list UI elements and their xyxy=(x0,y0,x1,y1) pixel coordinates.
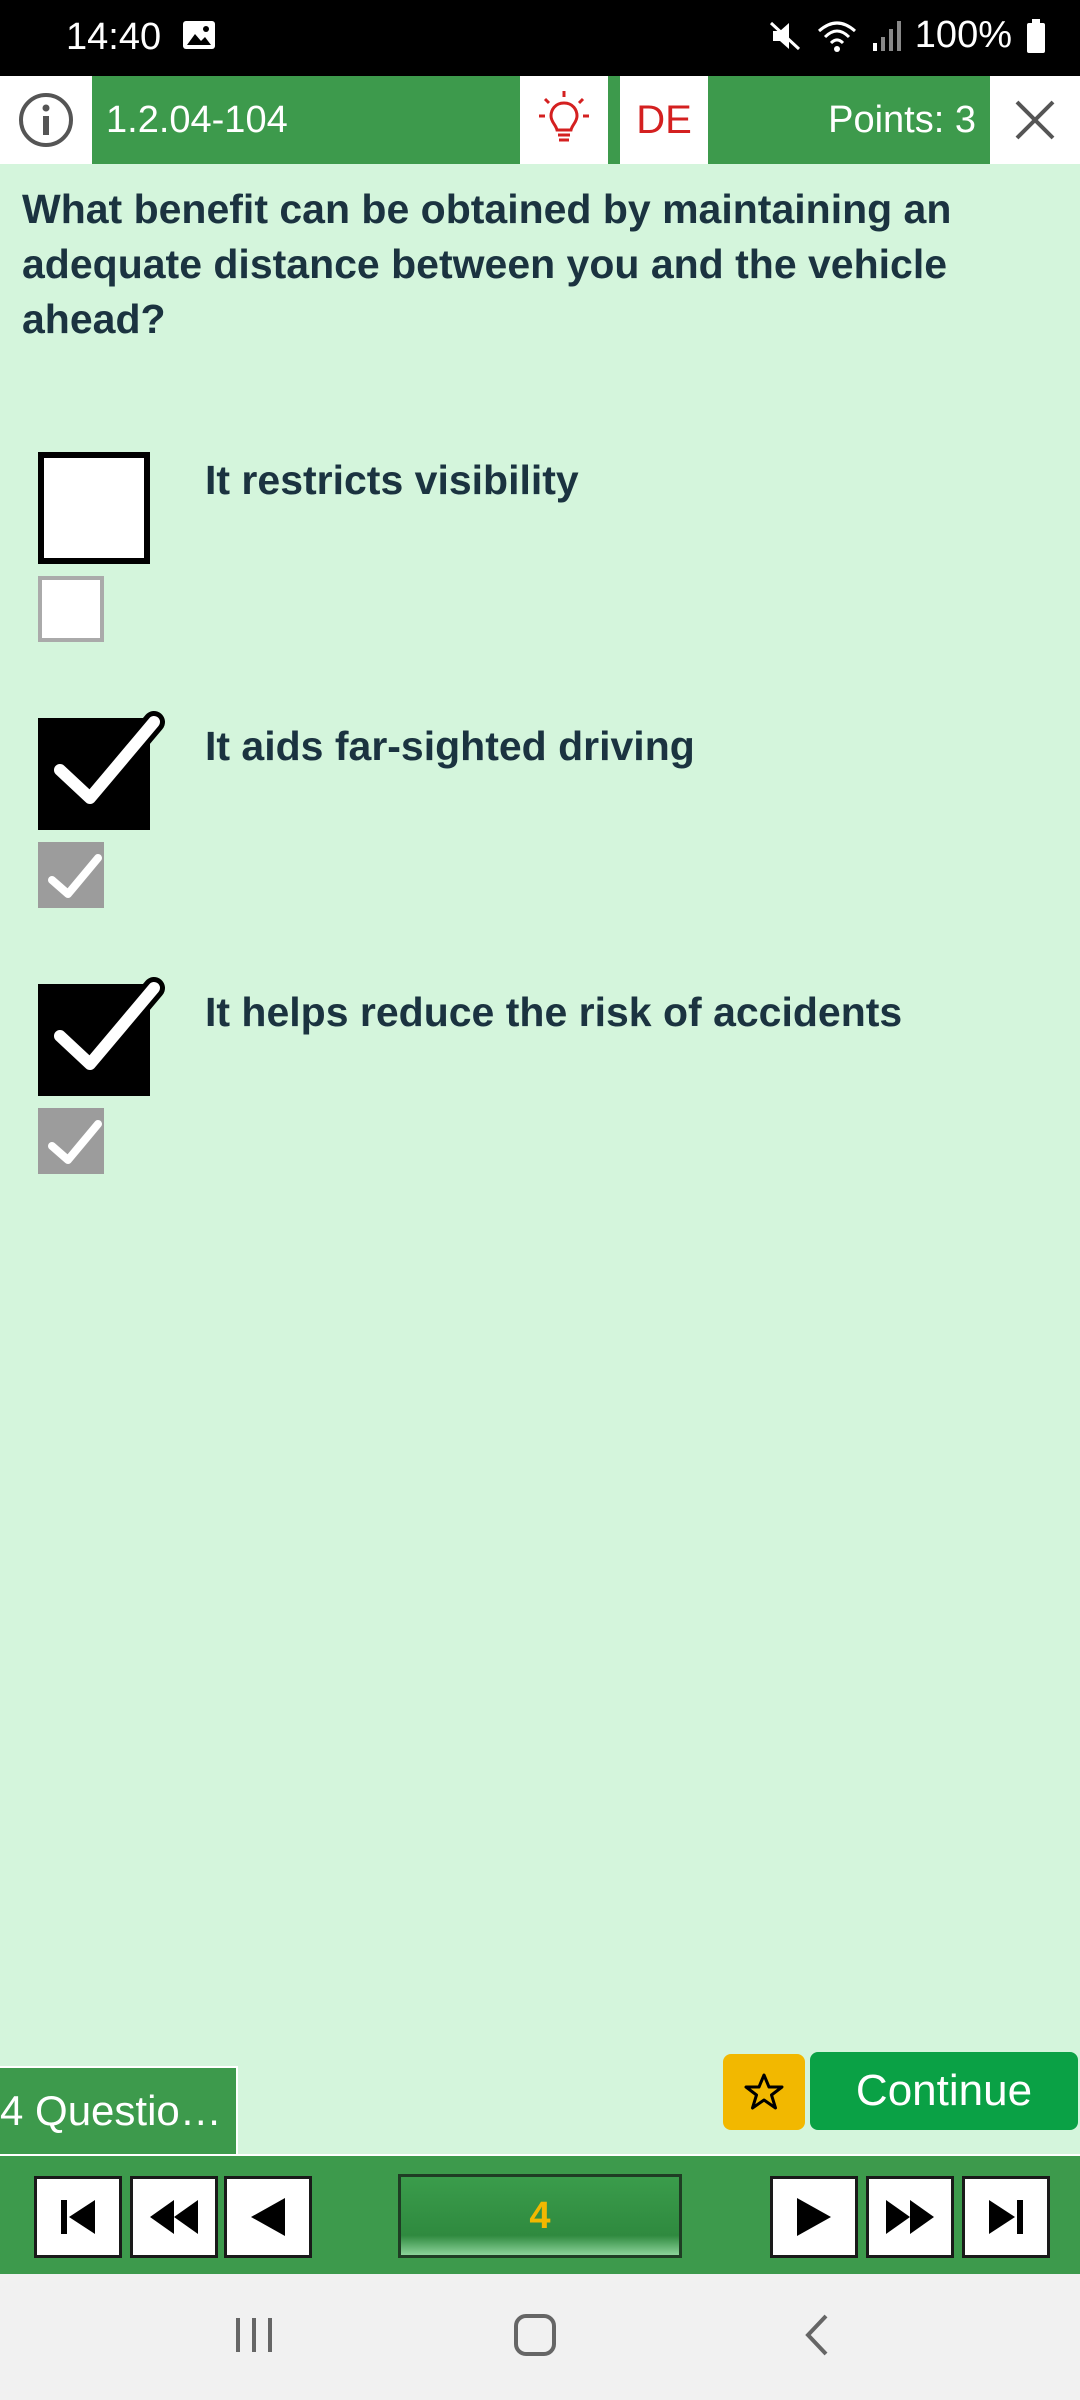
answer-label: It aids far-sighted driving xyxy=(205,723,695,769)
solution-checkbox xyxy=(38,576,104,642)
answer-checkbox[interactable] xyxy=(38,711,165,830)
last-question-button[interactable] xyxy=(962,2176,1050,2258)
answer-option[interactable]: It restricts visibility xyxy=(0,452,1080,652)
language-button[interactable]: DE xyxy=(620,76,708,164)
solution-checkbox xyxy=(38,1108,104,1174)
bookmark-button[interactable] xyxy=(723,2054,805,2130)
question-navigation: 4 xyxy=(0,2154,1080,2274)
checkmark-icon xyxy=(48,854,102,898)
answer-label: It restricts visibility xyxy=(205,457,579,503)
battery-percent: 100% xyxy=(914,14,1012,56)
hint-button[interactable] xyxy=(520,76,608,164)
recent-apps-icon[interactable] xyxy=(232,2310,276,2360)
home-icon[interactable] xyxy=(512,2310,558,2360)
previous-button[interactable] xyxy=(224,2176,312,2258)
questions-tab[interactable]: 4 Questio… xyxy=(0,2066,238,2156)
rewind-button[interactable] xyxy=(130,2176,218,2258)
skip-last-icon xyxy=(989,2200,1023,2234)
answer-option[interactable]: It helps reduce the risk of accidents xyxy=(0,977,1080,1184)
star-icon xyxy=(744,2073,784,2110)
solution-checkbox xyxy=(38,842,104,908)
lightbulb-icon xyxy=(539,91,589,142)
back-icon[interactable] xyxy=(800,2310,834,2360)
checkmark-icon xyxy=(50,711,165,809)
system-navigation-bar xyxy=(0,2274,1080,2400)
points-label: Points: 3 xyxy=(828,99,976,141)
previous-icon xyxy=(251,2198,285,2236)
question-id: 1.2.04-104 xyxy=(106,99,288,141)
info-button[interactable] xyxy=(0,76,92,164)
signal-icon xyxy=(872,20,901,51)
fast-forward-icon xyxy=(886,2200,934,2234)
next-icon xyxy=(797,2198,831,2236)
question-header: 1.2.04-104 DE Points: 3 xyxy=(0,76,1080,164)
first-question-button[interactable] xyxy=(34,2176,122,2258)
gallery-notification-icon xyxy=(183,21,215,49)
continue-button[interactable]: Continue xyxy=(810,2052,1078,2130)
answer-label: It helps reduce the risk of accidents xyxy=(205,989,903,1035)
checkmark-icon xyxy=(48,1120,102,1164)
next-button[interactable] xyxy=(770,2176,858,2258)
close-icon xyxy=(1015,100,1055,140)
question-text: What benefit can be obtained by maintain… xyxy=(22,186,952,342)
page-indicator[interactable]: 4 xyxy=(398,2174,682,2258)
skip-first-icon xyxy=(61,2200,95,2234)
answer-checkbox[interactable] xyxy=(38,977,165,1096)
rewind-icon xyxy=(150,2200,198,2234)
mute-icon xyxy=(769,21,800,50)
answer-option[interactable]: It aids far-sighted driving xyxy=(0,711,1080,918)
info-icon xyxy=(19,93,73,147)
status-time: 14:40 xyxy=(66,16,162,58)
checkmark-icon xyxy=(50,977,165,1075)
wifi-icon xyxy=(817,21,856,52)
close-button[interactable] xyxy=(990,76,1080,164)
status-bar: 14:40 100% xyxy=(0,0,1080,76)
fast-forward-button[interactable] xyxy=(866,2176,954,2258)
battery-icon xyxy=(1027,18,1045,53)
answer-checkbox[interactable] xyxy=(38,452,150,564)
